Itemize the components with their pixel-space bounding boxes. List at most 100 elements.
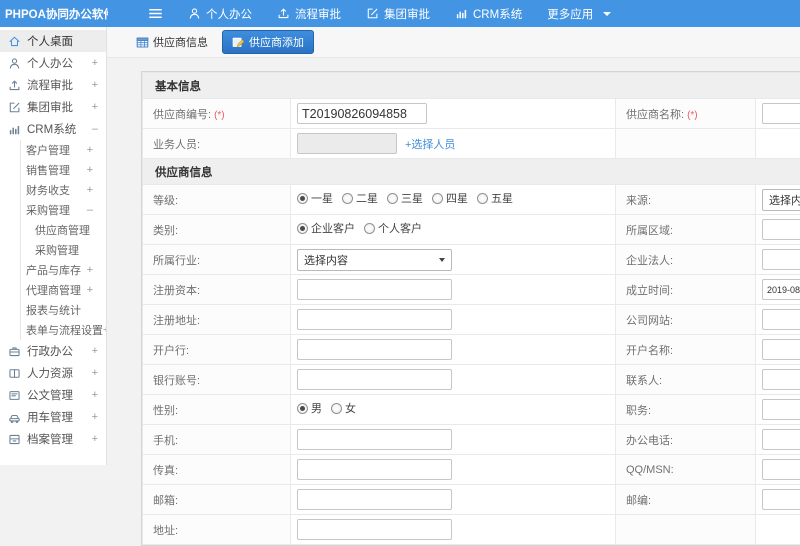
sidebar-item[interactable]: 报表与统计 xyxy=(20,300,106,320)
radio-option[interactable]: 男 xyxy=(297,400,322,416)
sidebar-item[interactable]: 人力资源+ xyxy=(0,362,106,384)
office-phone-input[interactable] xyxy=(762,429,800,450)
fax-input[interactable] xyxy=(297,459,452,480)
sidebar-item[interactable]: 供应商管理 xyxy=(20,220,106,240)
expand-toggle-icon[interactable]: – xyxy=(92,123,98,135)
bank-account-input[interactable] xyxy=(297,369,452,390)
registered-capital-input[interactable] xyxy=(297,279,452,300)
field-label: 注册资本: xyxy=(153,285,200,297)
field-cell: 一星二星三星四星五星 xyxy=(291,185,616,215)
hamburger-menu-icon[interactable] xyxy=(148,6,163,21)
field-label: 类别: xyxy=(153,225,178,237)
expand-toggle-icon[interactable]: + xyxy=(87,264,93,276)
user-icon xyxy=(8,57,21,70)
expand-toggle-icon[interactable]: + xyxy=(92,389,98,401)
contact-input[interactable] xyxy=(762,369,800,390)
source-select[interactable]: 选择内容 xyxy=(762,189,800,211)
field-label-cell: 职务: xyxy=(616,395,756,425)
address-input[interactable] xyxy=(297,519,452,540)
field-label-cell: 等级: xyxy=(143,185,291,215)
expand-toggle-icon[interactable]: + xyxy=(92,433,98,445)
sidebar-item[interactable]: 客户管理+ xyxy=(20,140,106,160)
expand-toggle-icon[interactable]: + xyxy=(87,144,93,156)
sidebar-item[interactable]: 财务收支+ xyxy=(20,180,106,200)
radio-option[interactable]: 一星 xyxy=(297,190,333,206)
field-label-cell: 邮编: xyxy=(616,485,756,515)
zip-input[interactable] xyxy=(762,489,800,510)
sidebar-item[interactable]: 个人办公+ xyxy=(0,52,106,74)
radio-option[interactable]: 企业客户 xyxy=(297,220,355,236)
field-label: QQ/MSN: xyxy=(626,464,674,476)
expand-toggle-icon[interactable]: + xyxy=(92,57,98,69)
sidebar-item[interactable]: 流程审批+ xyxy=(0,74,106,96)
registered-address-input[interactable] xyxy=(297,309,452,330)
qq-msn-input[interactable] xyxy=(762,459,800,480)
sidebar-item-label: 报表与统计 xyxy=(26,302,81,318)
top-menu-item[interactable]: 集团审批 xyxy=(366,6,430,22)
expand-toggle-icon[interactable]: + xyxy=(87,284,93,296)
sidebar-item[interactable]: CRM系统– xyxy=(0,118,106,140)
workflow-icon xyxy=(8,79,21,92)
supplier-name-input[interactable] xyxy=(762,103,800,124)
sidebar-item-label: 表单与流程设置 xyxy=(26,322,103,338)
expand-toggle-icon[interactable]: + xyxy=(87,184,93,196)
radio-option[interactable]: 二星 xyxy=(342,190,378,206)
top-menu-item[interactable]: CRM系统 xyxy=(455,6,522,22)
field-label-cell: 所属行业: xyxy=(143,245,291,275)
radio-option[interactable]: 五星 xyxy=(477,190,513,206)
sidebar-item[interactable]: 产品与库存+ xyxy=(20,260,106,280)
account-name-input[interactable] xyxy=(762,339,800,360)
radio-option[interactable]: 四星 xyxy=(432,190,468,206)
field-cell xyxy=(756,305,800,335)
radio-option[interactable]: 个人客户 xyxy=(364,220,422,236)
sidebar-item[interactable]: 用车管理+ xyxy=(0,406,106,428)
form-row: 地址: xyxy=(143,515,800,545)
field-label-cell: 注册地址: xyxy=(143,305,291,335)
tab[interactable]: 供应商信息 xyxy=(131,31,213,53)
radio-option[interactable]: 三星 xyxy=(387,190,423,206)
website-input[interactable] xyxy=(762,309,800,330)
sidebar-item[interactable]: 集团审批+ xyxy=(0,96,106,118)
supplier-code-input[interactable] xyxy=(297,103,427,124)
sidebar-item[interactable]: 个人桌面 xyxy=(0,30,106,52)
top-menu-item[interactable]: 流程审批 xyxy=(277,6,341,22)
field-cell xyxy=(756,275,800,305)
expand-toggle-icon[interactable]: – xyxy=(87,204,93,216)
field-cell: 选择内容 xyxy=(756,185,800,215)
sidebar-item-label: 公文管理 xyxy=(27,387,73,403)
top-menu-item[interactable]: 个人办公 xyxy=(188,6,252,22)
sidebar-item[interactable]: 代理商管理+ xyxy=(20,280,106,300)
bank-branch-input[interactable] xyxy=(297,339,452,360)
industry-select[interactable]: 选择内容 xyxy=(297,249,452,271)
email-input[interactable] xyxy=(297,489,452,510)
position-input[interactable] xyxy=(762,399,800,420)
sidebar-item[interactable]: 采购管理– xyxy=(20,200,106,220)
sidebar-item[interactable]: 销售管理+ xyxy=(20,160,106,180)
field-label-cell: 地址: xyxy=(143,515,291,545)
expand-toggle-icon[interactable]: + xyxy=(92,79,98,91)
radio-option[interactable]: 女 xyxy=(331,400,356,416)
sidebar-item[interactable]: 采购管理 xyxy=(20,240,106,260)
staff-input[interactable] xyxy=(297,133,397,154)
expand-toggle-icon[interactable]: + xyxy=(92,411,98,423)
field-label-cell: 联系人: xyxy=(616,365,756,395)
expand-toggle-icon[interactable]: + xyxy=(92,101,98,113)
field-label-cell xyxy=(616,129,756,159)
expand-toggle-icon[interactable]: + xyxy=(87,164,93,176)
expand-toggle-icon[interactable]: + xyxy=(92,367,98,379)
expand-toggle-icon[interactable]: + xyxy=(92,345,98,357)
region-input[interactable] xyxy=(762,219,800,240)
sidebar-item[interactable]: 行政办公+ xyxy=(0,340,106,362)
legal-person-input[interactable] xyxy=(762,249,800,270)
top-menu-item[interactable]: 更多应用 xyxy=(547,6,611,22)
mobile-input[interactable] xyxy=(297,429,452,450)
sidebar-item[interactable]: 档案管理+ xyxy=(0,428,106,450)
sidebar-item[interactable]: 公文管理 + xyxy=(0,384,106,406)
tab[interactable]: 供应商添加 xyxy=(222,30,314,54)
top-menu-item-label: 更多应用 xyxy=(547,6,593,22)
field-label: 联系人: xyxy=(626,375,662,387)
field-cell xyxy=(291,365,616,395)
choose-staff-link[interactable]: +选择人员 xyxy=(405,139,455,151)
founded-date-input[interactable] xyxy=(762,279,800,300)
sidebar-item[interactable]: 表单与流程设置+ xyxy=(20,320,106,340)
